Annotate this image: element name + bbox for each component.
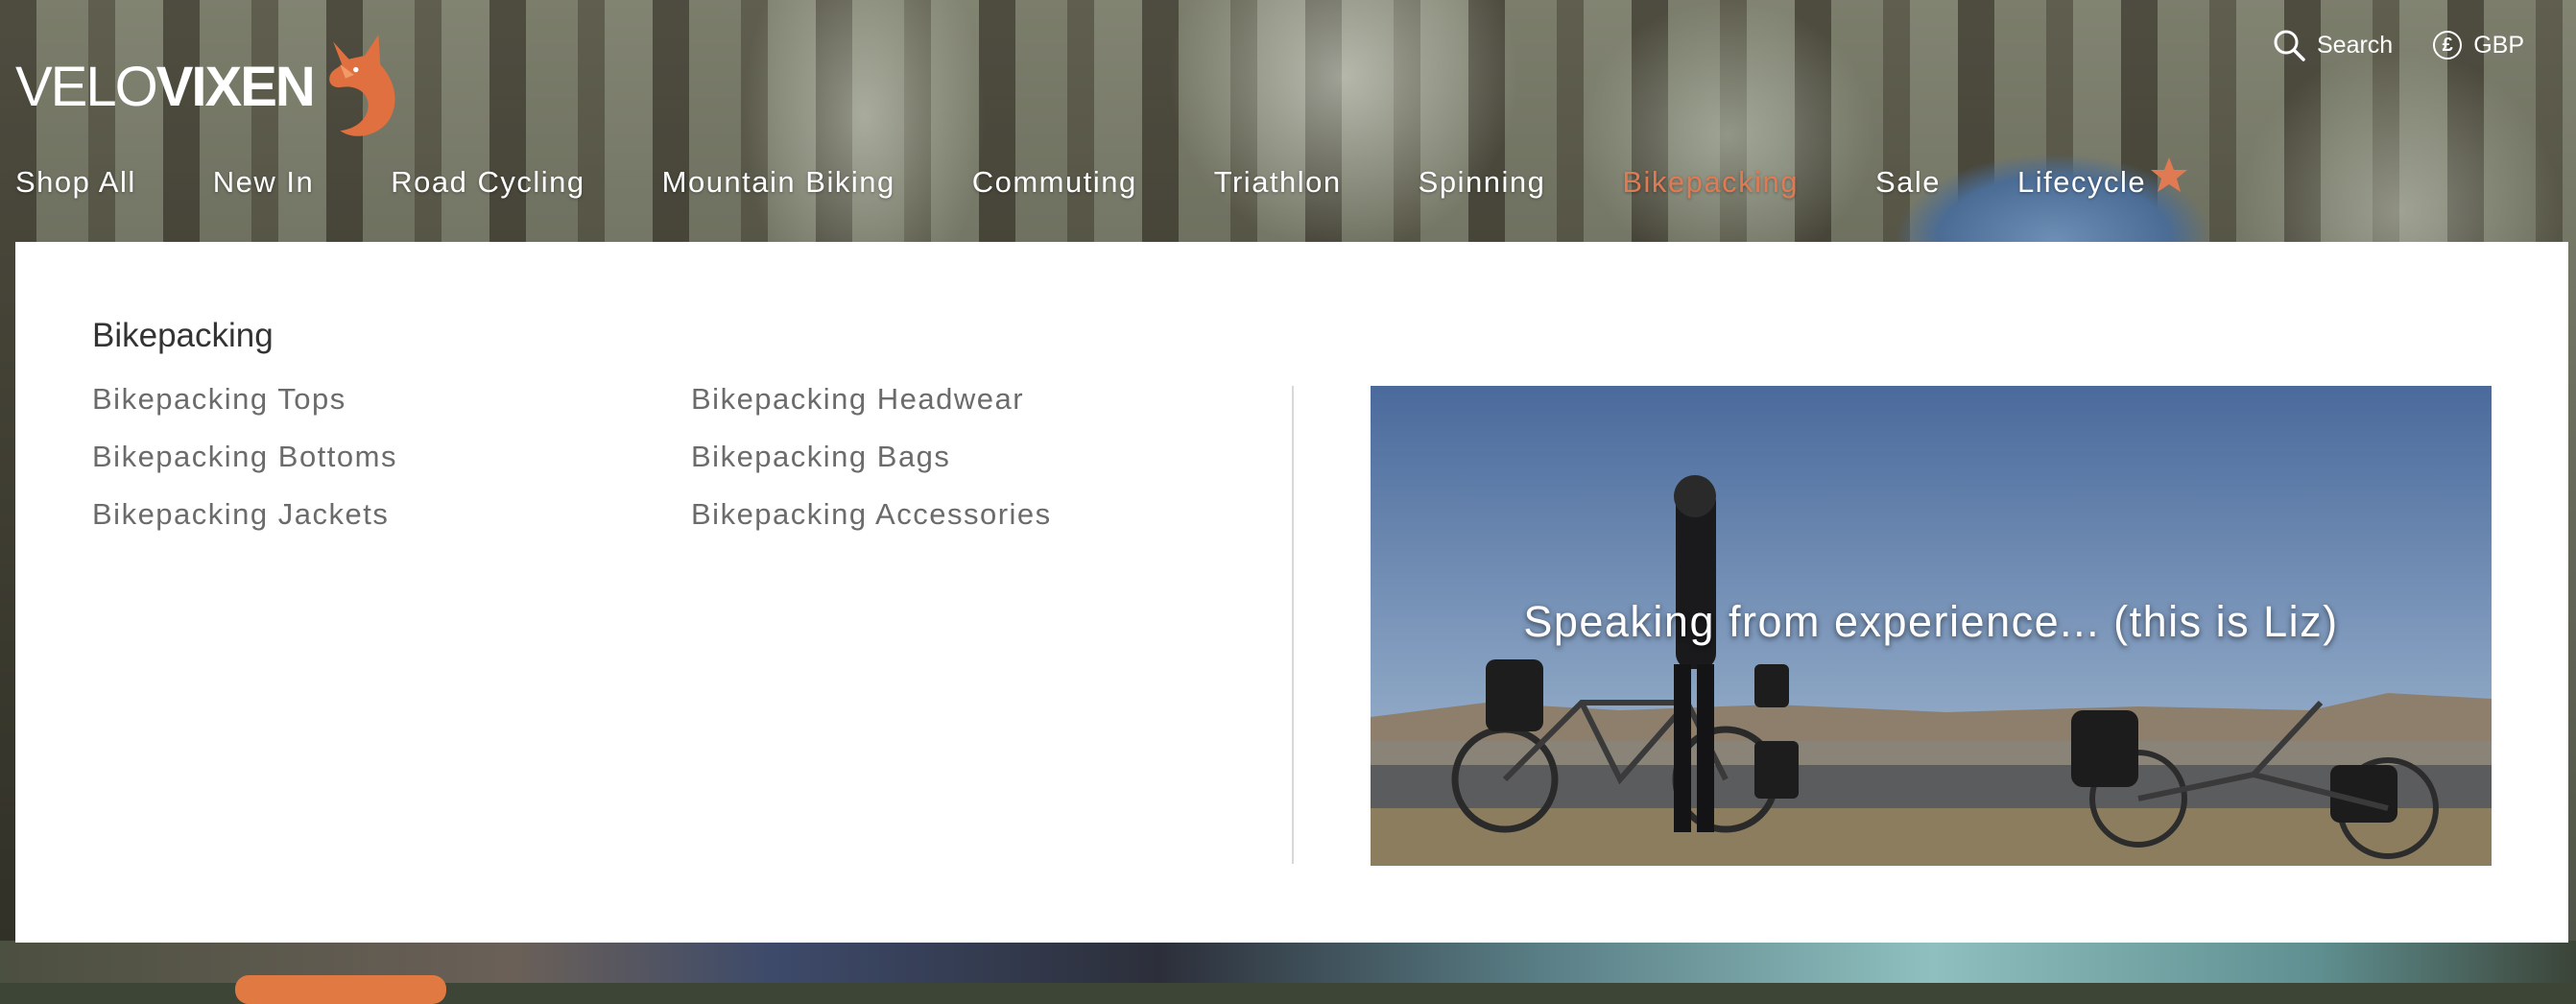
menu-link-bikepacking-bags[interactable]: Bikepacking Bags <box>691 440 1052 474</box>
nav-item-bikepacking[interactable]: Bikepacking <box>1622 165 1799 200</box>
nav-item-spinning[interactable]: Spinning <box>1419 165 1546 200</box>
menu-divider <box>1292 386 1294 864</box>
menu-link-bikepacking-headwear[interactable]: Bikepacking Headwear <box>691 382 1052 417</box>
promo-caption: Speaking from experience... (this is Liz… <box>1523 597 2339 646</box>
search-button[interactable]: Search <box>2273 29 2393 61</box>
fox-logo-icon <box>328 35 395 136</box>
nav-item-mountain-biking[interactable]: Mountain Biking <box>662 165 895 200</box>
logo-wordmark-light: VELO <box>15 56 158 118</box>
mega-menu-column-2: Bikepacking Headwear Bikepacking Bags Bi… <box>691 382 1052 555</box>
currency-label: GBP <box>2473 31 2524 59</box>
nav-item-lifecycle[interactable]: Lifecycle <box>2017 157 2188 200</box>
site-logo[interactable]: VELOVIXEN <box>15 25 399 150</box>
nav-item-commuting[interactable]: Commuting <box>972 165 1137 200</box>
menu-link-bikepacking-jackets[interactable]: Bikepacking Jackets <box>92 497 397 532</box>
search-icon <box>2274 30 2305 61</box>
logo-wordmark-bold: VIXEN <box>155 56 316 118</box>
utility-bar: Search £ GBP <box>2273 29 2524 61</box>
mega-menu-column-1: Bikepacking Tops Bikepacking Bottoms Bik… <box>92 382 397 555</box>
nav-item-triathlon[interactable]: Triathlon <box>1214 165 1342 200</box>
logo-wordmark: VELOVIXEN <box>15 60 316 115</box>
hero-cta-button[interactable] <box>235 975 446 1004</box>
nav-item-shop-all[interactable]: Shop All <box>15 165 136 200</box>
currency-selector[interactable]: £ GBP <box>2433 31 2524 60</box>
nav-item-lifecycle-label: Lifecycle <box>2017 165 2147 199</box>
nav-item-sale[interactable]: Sale <box>1875 165 1941 200</box>
search-label: Search <box>2316 31 2394 59</box>
pound-icon: £ <box>2433 31 2463 60</box>
menu-link-bikepacking-tops[interactable]: Bikepacking Tops <box>92 382 397 417</box>
nav-item-new-in[interactable]: New In <box>213 165 314 200</box>
main-navigation: Shop All New In Road Cycling Mountain Bi… <box>15 157 2223 200</box>
mega-menu-heading[interactable]: Bikepacking <box>92 317 274 355</box>
bikepacking-mega-menu: Bikepacking Bikepacking Tops Bikepacking… <box>15 242 2568 943</box>
menu-link-bikepacking-accessories[interactable]: Bikepacking Accessories <box>691 497 1052 532</box>
star-icon <box>2151 157 2188 192</box>
promo-image-card[interactable]: Speaking from experience... (this is Liz… <box>1371 386 2492 866</box>
menu-link-bikepacking-bottoms[interactable]: Bikepacking Bottoms <box>92 440 397 474</box>
nav-item-road-cycling[interactable]: Road Cycling <box>391 165 584 200</box>
